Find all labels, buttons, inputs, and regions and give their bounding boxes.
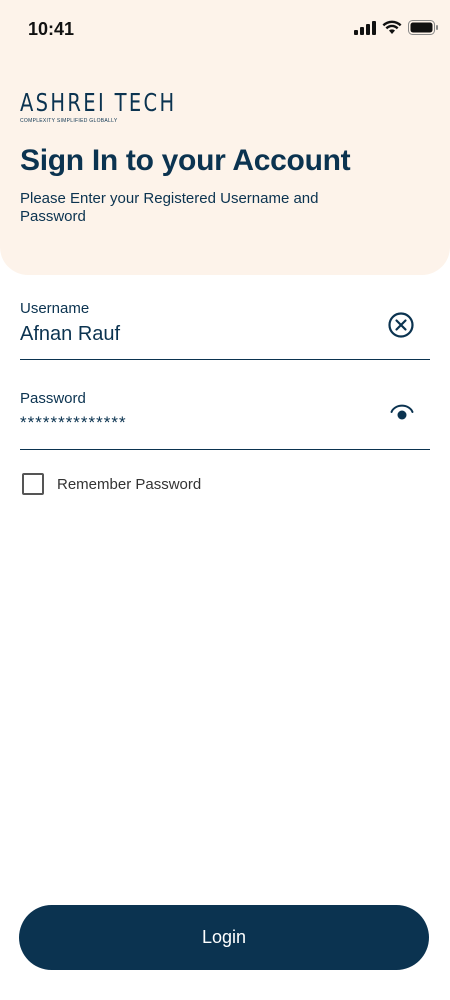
brand-name: ASHREI TECH: [20, 88, 177, 117]
clear-icon[interactable]: [388, 312, 414, 343]
page-subtitle: Please Enter your Registered Username an…: [20, 190, 319, 225]
wifi-icon: [382, 20, 402, 34]
status-bar: 10:41: [0, 0, 450, 60]
password-field: Password **************: [20, 390, 430, 450]
status-time: 10:41: [28, 19, 75, 39]
password-label: Password: [20, 390, 86, 407]
username-label: Username: [20, 300, 90, 317]
username-input[interactable]: [20, 323, 360, 346]
brand-logo: ASHREI TECH COMPLEXITY SIMPLIFIED GLOBAL…: [20, 88, 221, 125]
remember-password-label: Remember Password: [57, 475, 202, 493]
remember-password-checkbox[interactable]: [22, 473, 44, 495]
page-title: Sign In to your Account: [20, 144, 351, 177]
signal-icon: [354, 20, 376, 35]
eye-icon[interactable]: [390, 404, 414, 427]
password-input[interactable]: **************: [20, 413, 360, 433]
status-icons: [354, 20, 438, 35]
battery-icon: [408, 20, 438, 35]
login-button[interactable]: Login: [19, 905, 429, 970]
remember-password-toggle[interactable]: Remember Password: [22, 473, 201, 495]
username-field: Username: [20, 300, 430, 360]
brand-tagline: COMPLEXITY SIMPLIFIED GLOBALLY: [20, 118, 118, 124]
